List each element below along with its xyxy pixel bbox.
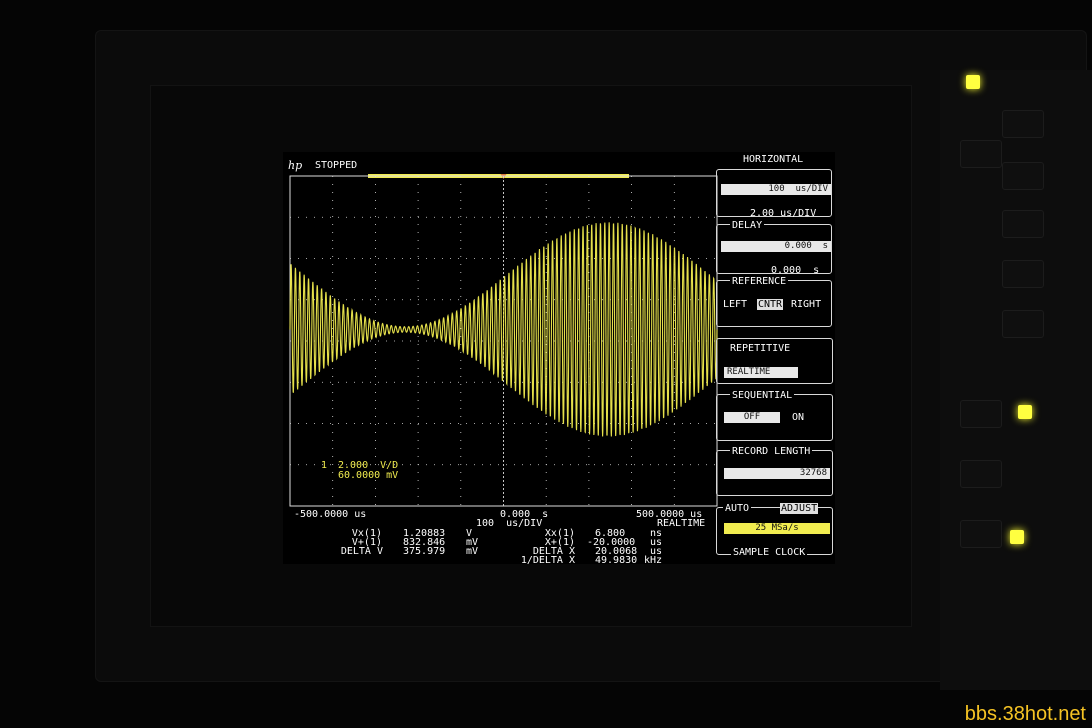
measure-value: 375.979 xyxy=(403,546,446,557)
indicator-led xyxy=(1018,405,1032,419)
watermark: bbs.38hot.net xyxy=(964,703,1086,725)
measure-value: 49.9830 xyxy=(595,555,638,566)
panel-key[interactable] xyxy=(960,400,1002,428)
acquisition-mode: REALTIME xyxy=(657,518,706,529)
channel-offset: 60.0000 mV xyxy=(338,470,399,481)
delay-value: 0.000 s xyxy=(771,265,820,276)
sequential-off[interactable]: OFF xyxy=(724,412,780,423)
panel-key[interactable] xyxy=(1002,210,1044,238)
indicator-led xyxy=(966,75,980,89)
adjust-label[interactable]: ADJUST xyxy=(780,503,819,514)
reference-left[interactable]: LEFT xyxy=(723,299,747,310)
reference-label: REFERENCE xyxy=(730,276,789,287)
scope-display: hp STOPPED 1 2.000 V/D 60.0000 mV -500.0… xyxy=(283,152,835,566)
timebase-field[interactable]: 100 us/DIV xyxy=(721,184,831,195)
panel-key[interactable] xyxy=(1002,260,1044,288)
delay-field[interactable]: 0.000 s xyxy=(721,241,831,252)
auto-label[interactable]: AUTO xyxy=(723,503,752,514)
panel-key[interactable] xyxy=(1002,110,1044,138)
measure-unit: kHz xyxy=(644,555,663,566)
sample-rate-field[interactable]: 25 MSa/s xyxy=(724,523,830,534)
repetitive-label: REPETITIVE xyxy=(730,343,791,354)
panel-key[interactable] xyxy=(1002,162,1044,190)
indicator-led xyxy=(1010,530,1024,544)
panel-key[interactable] xyxy=(960,460,1002,488)
measure-label: 1/DELTA X xyxy=(520,555,575,566)
delay-label: DELAY xyxy=(730,220,765,231)
record-length-label: RECORD LENGTH xyxy=(730,446,813,457)
panel-key[interactable] xyxy=(960,520,1002,548)
measure-label: DELTA V xyxy=(340,546,383,557)
front-panel-keys xyxy=(940,70,1092,690)
record-length-field[interactable]: 32768 xyxy=(724,468,830,479)
channel-number[interactable]: 1 xyxy=(321,460,327,471)
sequential-label: SEQUENTIAL xyxy=(730,390,795,401)
timebase-value: 2.00 us/DIV xyxy=(750,208,817,219)
panel-key[interactable] xyxy=(1002,310,1044,338)
measure-unit: mV xyxy=(466,546,479,557)
sample-clock-label: SAMPLE CLOCK xyxy=(731,547,808,558)
time-left: -500.0000 us xyxy=(294,509,367,520)
sequential-on[interactable]: ON xyxy=(792,412,804,423)
repetitive-field[interactable]: REALTIME xyxy=(724,367,798,378)
reference-right[interactable]: RIGHT xyxy=(791,299,821,310)
panel-key[interactable] xyxy=(960,140,1002,168)
menu-title: HORIZONTAL xyxy=(743,154,804,165)
reference-center[interactable]: CNTR xyxy=(757,299,784,310)
